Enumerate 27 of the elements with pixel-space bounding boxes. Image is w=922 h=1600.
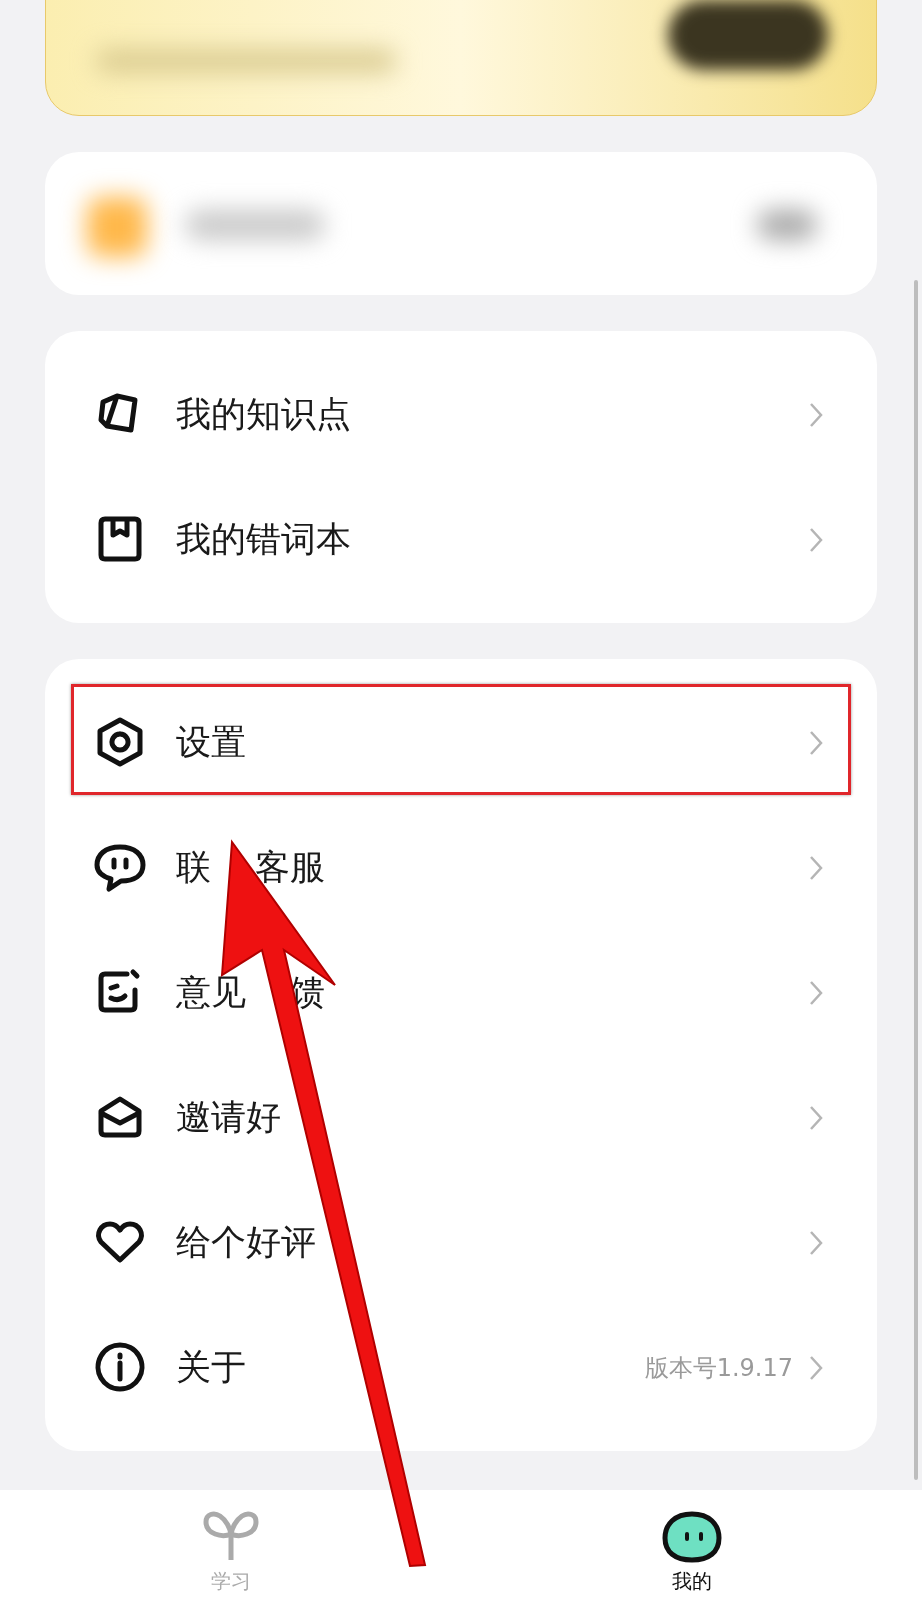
menu-item[interactable]: 我的知识点 — [45, 352, 877, 477]
menu-item[interactable]: 联 客服 — [45, 805, 877, 930]
chevron-right-icon — [809, 401, 823, 428]
chevron-right-icon — [809, 979, 823, 1006]
version-text: 版本号1.9.17 — [644, 1352, 793, 1384]
chevron-right-icon — [809, 1104, 823, 1131]
menu-label: 邀请好 — [176, 1096, 281, 1140]
menu-label: 客服 — [254, 846, 325, 890]
menu-item[interactable]: 我的错词本 — [45, 477, 877, 602]
menu-label: 给个好评 — [176, 1221, 316, 1265]
chevron-right-icon — [809, 1354, 823, 1381]
chevron-right-icon — [809, 854, 823, 881]
menu-label: 设置 — [176, 721, 246, 765]
chevron-right-icon — [809, 729, 823, 756]
tab[interactable]: 我的 — [461, 1490, 922, 1600]
menu-label: 我的错词本 — [176, 518, 351, 562]
chevron-right-icon — [809, 526, 823, 553]
menu-item[interactable]: 关于 版本号1.9.17 — [45, 1305, 877, 1430]
menu-item[interactable]: 设置 — [45, 680, 877, 805]
menu-label: 关于 — [176, 1346, 246, 1390]
menu-label: 联 — [176, 846, 211, 890]
menu-label: 意见 — [176, 971, 246, 1015]
menu-item[interactable]: 给个好评 — [45, 1180, 877, 1305]
menu-item[interactable]: 邀请好 — [45, 1055, 877, 1180]
profile-card[interactable] — [45, 152, 877, 295]
menu-label: 我的知识点 — [176, 393, 351, 437]
chevron-right-icon — [809, 1229, 823, 1256]
